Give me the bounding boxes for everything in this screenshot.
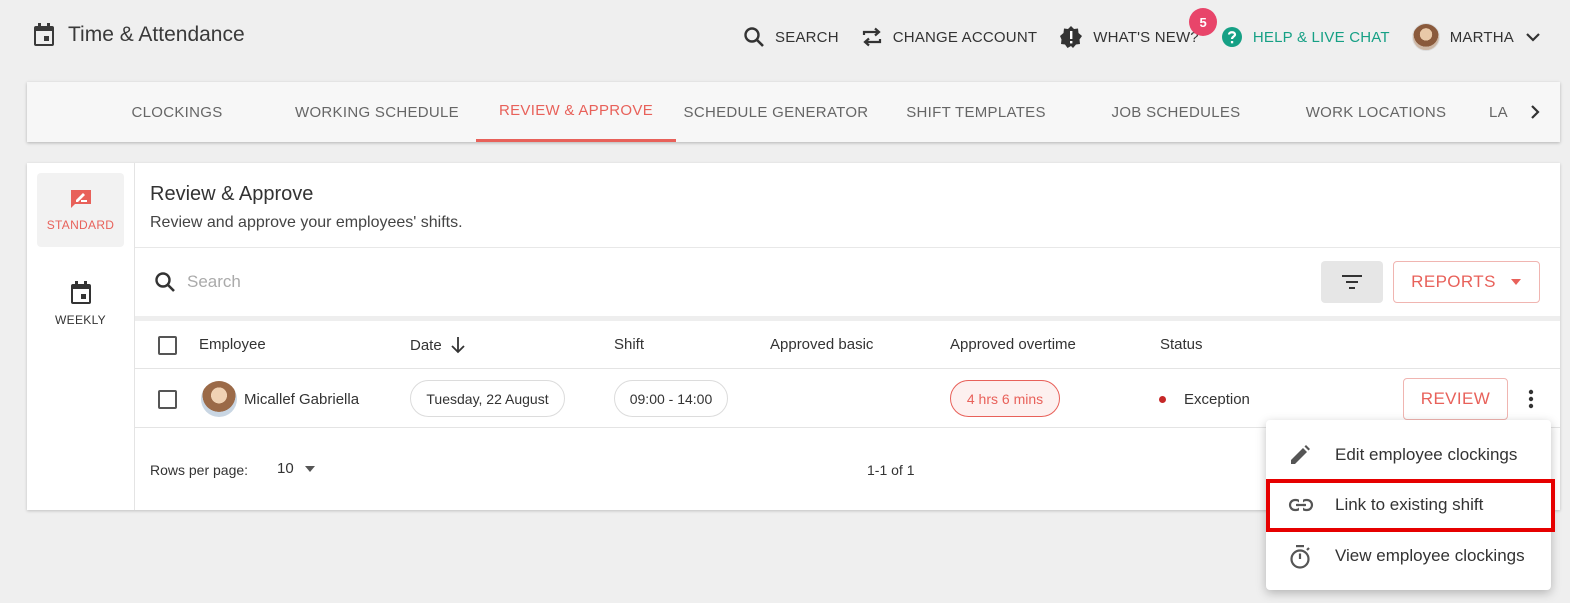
rate-review-icon [69,188,93,210]
column-status[interactable]: Status [1160,336,1203,353]
reports-label: REPORTS [1411,272,1496,291]
sidebar-item-label: WEEKLY [55,313,106,327]
caret-down-icon [1510,278,1522,286]
new-releases-icon [1059,25,1083,49]
column-approved-basic[interactable]: Approved basic [770,336,873,353]
status-dot [1159,396,1166,403]
whats-new-button[interactable]: WHAT'S NEW? 5 [1059,8,1218,49]
notification-badge: 5 [1189,8,1218,36]
caret-down-icon [304,465,316,473]
page-title: Review & Approve [150,183,314,205]
more-options-button[interactable] [1521,386,1541,412]
tab-job-schedules[interactable]: JOB SCHEDULES [1076,82,1276,142]
rows-per-page-label: Rows per page: [150,462,249,478]
search-toolbar: REPORTS [135,248,1560,316]
tab-bar: CLOCKINGS WORKING SCHEDULE REVIEW & APPR… [27,82,1560,142]
menu-item-edit-clockings[interactable]: Edit employee clockings [1266,430,1551,480]
calendar-icon [70,281,92,305]
filter-button[interactable] [1321,261,1383,303]
rows-per-page-value: 10 [277,460,294,477]
search-icon [743,26,765,48]
row-checkbox[interactable] [158,390,177,409]
select-all-checkbox[interactable] [158,336,177,355]
timer-icon [1288,544,1312,570]
calendar-icon [32,22,56,48]
filter-icon [1341,274,1363,290]
overtime-chip: 4 hrs 6 mins [950,380,1060,417]
tab-working-schedule[interactable]: WORKING SCHEDULE [277,82,477,142]
column-approved-overtime[interactable]: Approved overtime [950,336,1076,353]
date-chip: Tuesday, 22 August [410,380,565,417]
user-name: MARTHA [1449,28,1514,46]
more-vert-icon [1528,389,1534,409]
sidebar-item-label: STANDARD [46,218,115,232]
table-header: Employee Date Shift Approved basic Appro… [135,321,1560,369]
pagination-range: 1-1 of 1 [867,462,915,478]
status-text: Exception [1184,391,1250,408]
arrow-down-icon [450,336,466,354]
tab-work-locations[interactable]: WORK LOCATIONS [1276,82,1476,142]
pencil-icon [1288,443,1312,467]
tab-review-approve[interactable]: REVIEW & APPROVE [476,82,676,142]
tab-clockings[interactable]: CLOCKINGS [87,82,267,142]
sidebar-item-standard[interactable]: STANDARD [37,173,124,247]
search-input[interactable] [187,269,787,295]
app-title: Time & Attendance [32,22,245,48]
top-actions: SEARCH CHANGE ACCOUNT WHAT'S NEW? 5 HELP… [721,8,1542,54]
column-date[interactable]: Date [410,336,466,354]
user-avatar [1411,23,1440,51]
link-icon [1288,493,1314,517]
view-sidebar: STANDARD WEEKLY [27,163,135,510]
tab-scroll-next[interactable] [1510,82,1560,142]
top-bar: Time & Attendance SEARCH CHANGE ACCOUNT … [0,0,1570,76]
menu-item-label: Link to existing shift [1335,495,1484,514]
search-button[interactable]: SEARCH [743,26,839,48]
change-account-label: CHANGE ACCOUNT [892,28,1038,46]
menu-item-view-clockings[interactable]: View employee clockings [1266,531,1551,581]
whats-new-label: WHAT'S NEW? [1093,28,1199,46]
menu-item-label: Edit employee clockings [1335,445,1518,464]
chevron-down-icon [1524,28,1542,46]
employee-avatar [201,381,237,417]
column-employee[interactable]: Employee [199,336,266,353]
menu-item-link-to-shift[interactable]: Link to existing shift [1266,480,1551,530]
review-button[interactable]: REVIEW [1403,378,1508,420]
change-account-button[interactable]: CHANGE ACCOUNT [861,26,1037,48]
shift-chip: 09:00 - 14:00 [614,380,728,417]
help-live-chat-button[interactable]: HELP & LIVE CHAT [1221,26,1390,48]
page-subtitle: Review and approve your employees' shift… [150,214,463,231]
swap-icon [861,26,883,48]
search-icon [153,270,177,294]
user-menu[interactable]: MARTHA [1411,23,1542,51]
app-title-text: Time & Attendance [68,23,245,46]
employee-name: Micallef Gabriella [244,391,360,408]
rows-per-page-select[interactable]: 10 [277,460,316,477]
tab-schedule-generator[interactable]: SCHEDULE GENERATOR [676,82,876,142]
menu-item-label: View employee clockings [1335,546,1525,565]
sidebar-item-weekly[interactable]: WEEKLY [37,267,124,341]
search-label: SEARCH [775,28,839,46]
column-shift[interactable]: Shift [614,336,644,353]
tab-shift-templates[interactable]: SHIFT TEMPLATES [876,82,1076,142]
column-date-label: Date [410,336,442,354]
reports-button[interactable]: REPORTS [1393,261,1540,303]
chevron-right-icon [1528,104,1542,120]
help-icon [1221,26,1243,48]
help-label: HELP & LIVE CHAT [1252,28,1390,46]
row-context-menu: Edit employee clockings Link to existing… [1266,420,1551,590]
